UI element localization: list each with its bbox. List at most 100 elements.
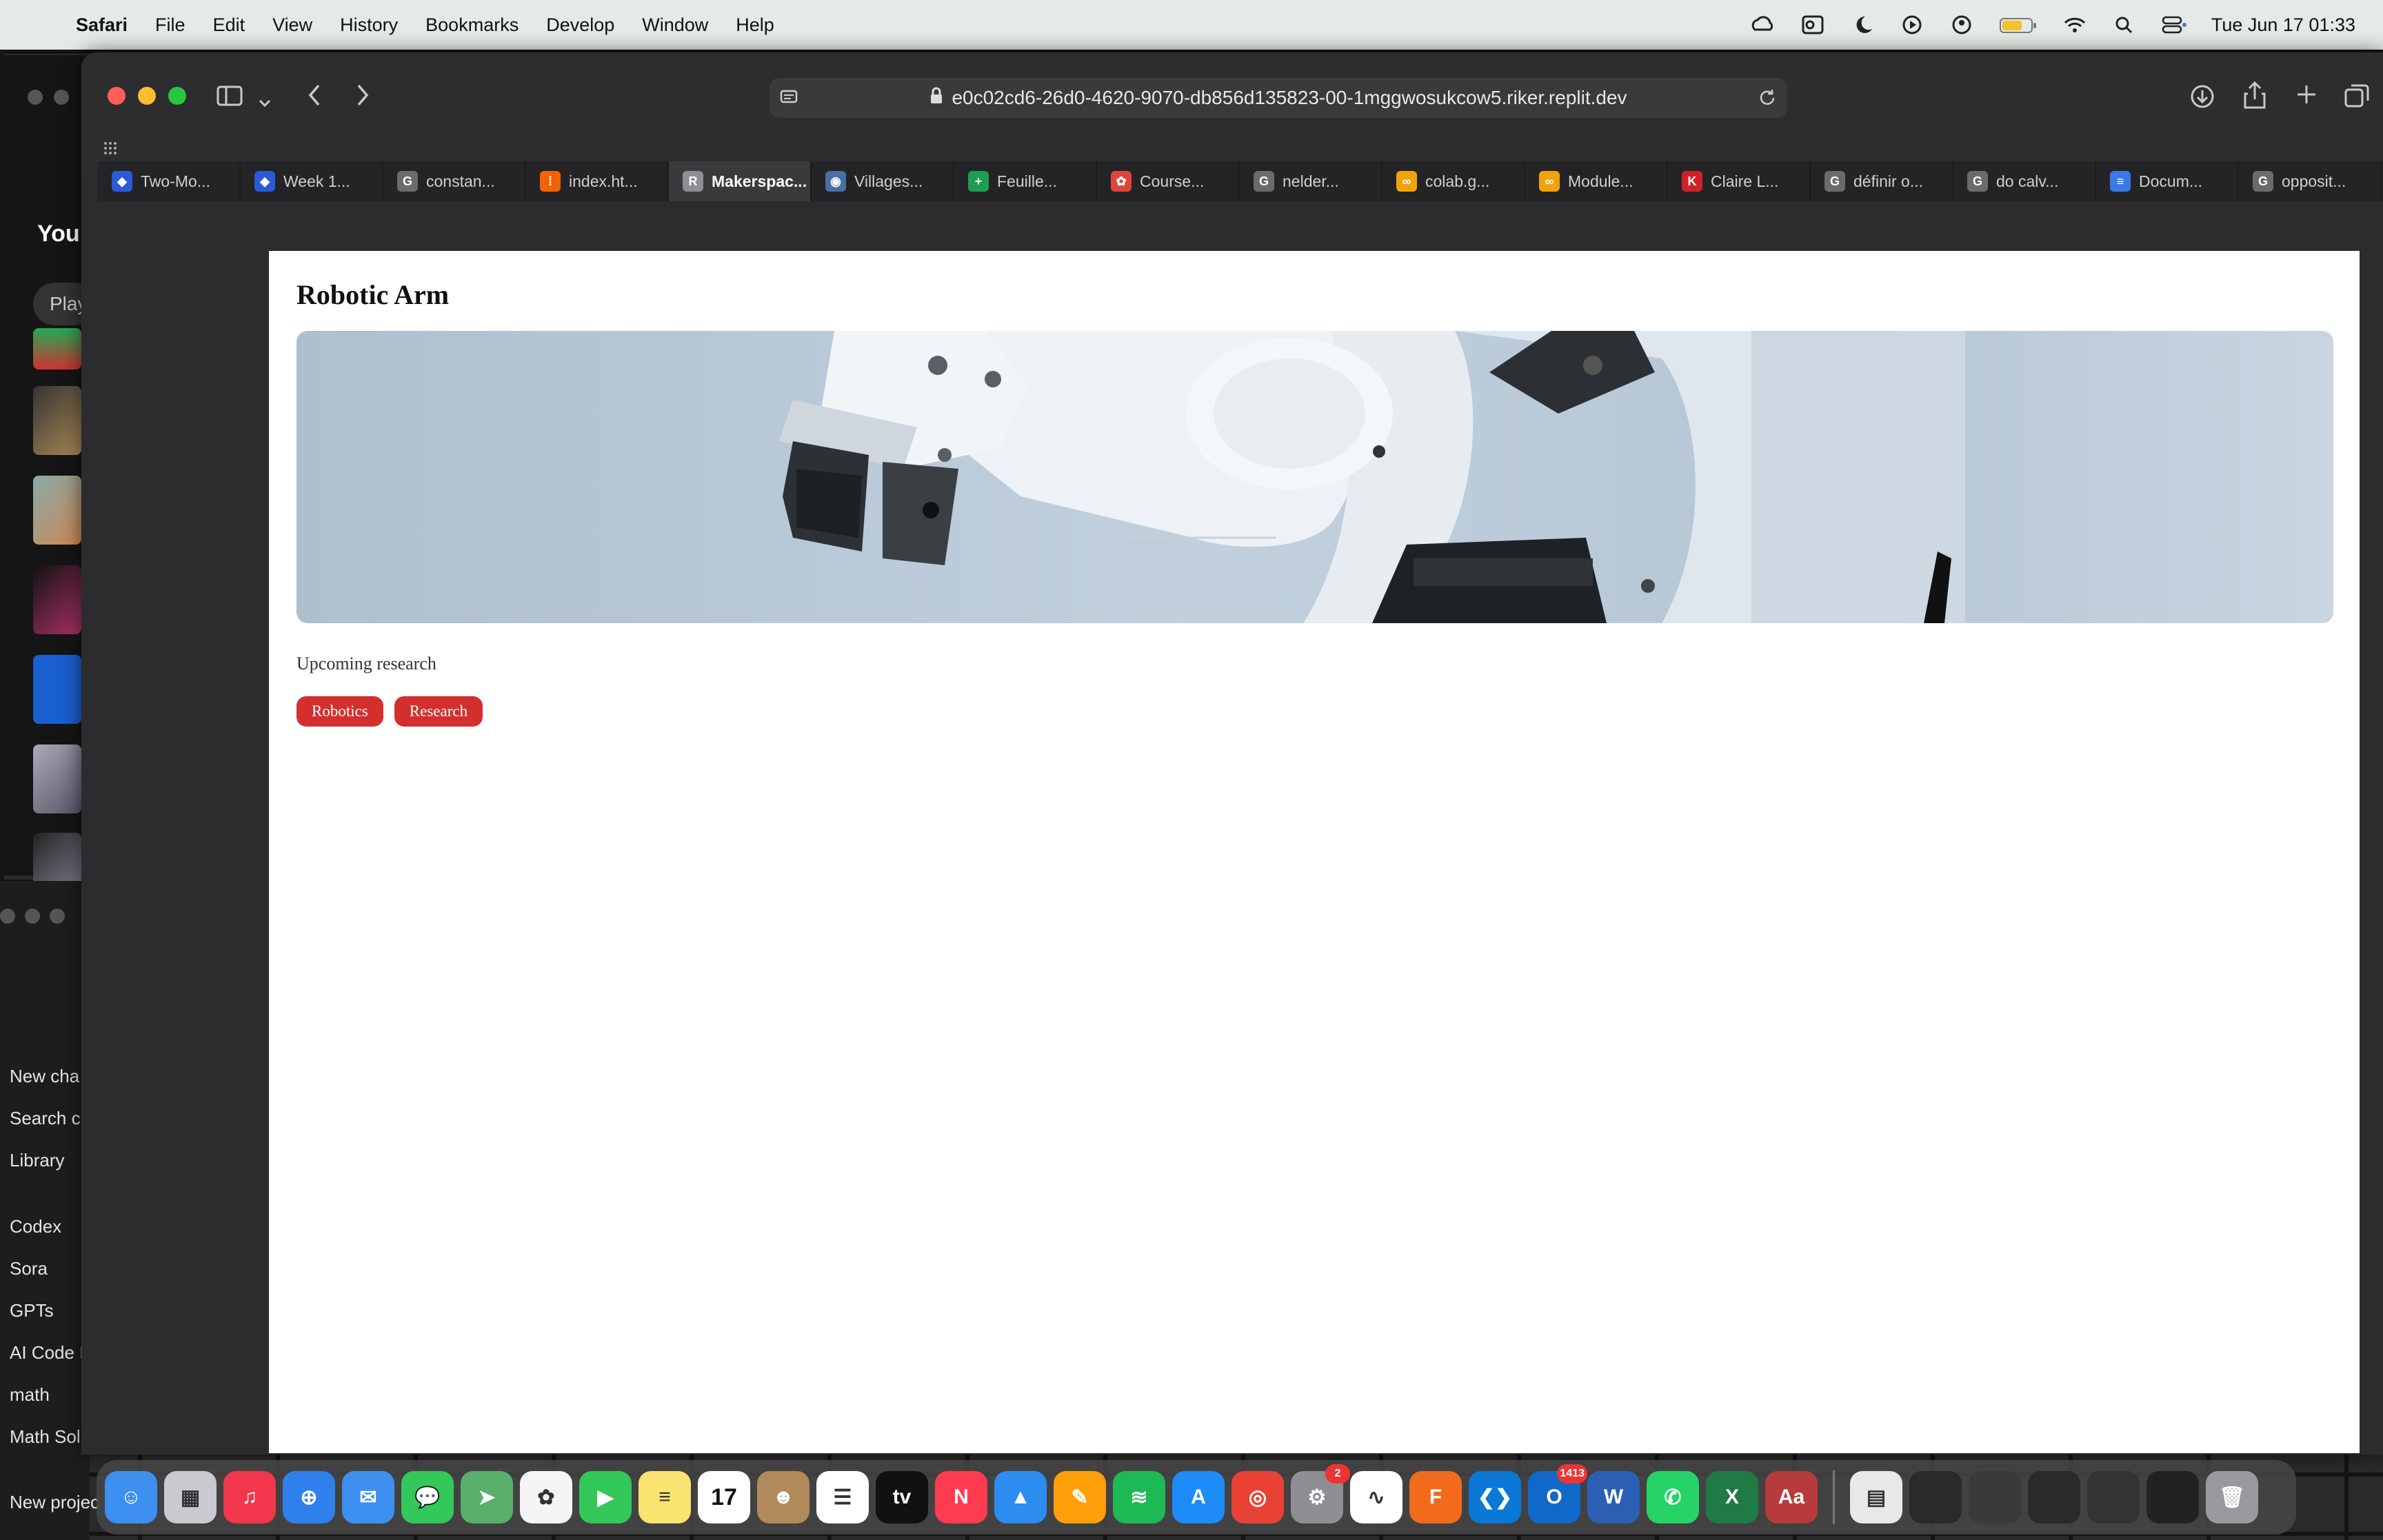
sidebar-item-sora[interactable]: Sora	[10, 1258, 48, 1279]
word-icon[interactable]: W	[1587, 1471, 1640, 1523]
safari-icon[interactable]: ⊕	[283, 1471, 335, 1523]
menubar-clock[interactable]: Tue Jun 17 01:33	[2211, 14, 2355, 36]
browser-tab[interactable]: ∞ Module...	[1525, 161, 1668, 201]
address-bar[interactable]: e0c02cd6-26d0-4620-9070-db856d135823-00-…	[770, 78, 1787, 118]
browser-tab[interactable]: ∞ colab.g...	[1382, 161, 1525, 201]
sidebar-item-search[interactable]: Search c	[10, 1108, 81, 1129]
menu-develop[interactable]: Develop	[546, 14, 614, 36]
finder-icon[interactable]: ☺	[105, 1471, 157, 1523]
window-preview-4-icon[interactable]	[2087, 1471, 2140, 1523]
browser-tab[interactable]: R Makerspac...	[669, 161, 812, 201]
freeform-icon[interactable]: ∿	[1350, 1471, 1402, 1523]
browser-tab[interactable]: ◆ Week 1...	[241, 161, 383, 201]
back-icon[interactable]	[306, 83, 323, 112]
app-store-icon[interactable]: A	[1172, 1471, 1225, 1523]
forward-icon[interactable]	[354, 83, 371, 112]
thumbnail-3[interactable]	[33, 476, 81, 545]
menu-history[interactable]: History	[340, 14, 398, 36]
user-circle-icon[interactable]	[1949, 14, 1974, 35]
fusion-icon[interactable]: F	[1409, 1471, 1462, 1523]
browser-tab[interactable]: Gnelder...	[1240, 161, 1382, 201]
search-icon[interactable]	[2112, 14, 2137, 35]
menu-app-name[interactable]: Safari	[76, 14, 128, 36]
pages-icon[interactable]: ✎	[1054, 1471, 1106, 1523]
menu-window[interactable]: Window	[642, 14, 708, 36]
url-text[interactable]: e0c02cd6-26d0-4620-9070-db856d135823-00-…	[952, 87, 1627, 109]
control-center-icon[interactable]	[2162, 14, 2186, 35]
whatsapp-icon[interactable]: ✆	[1647, 1471, 1699, 1523]
outlook-menubar-icon[interactable]	[1800, 14, 1825, 35]
background-window-chat[interactable]: New cha Search c Library Codex Sora GPTs…	[0, 881, 99, 1540]
sidebar-item-math-sol[interactable]: Math Sol	[10, 1426, 81, 1448]
menu-view[interactable]: View	[272, 14, 312, 36]
thumbnail-4[interactable]	[33, 565, 81, 634]
keynote-icon[interactable]: ▲	[994, 1471, 1047, 1523]
news-icon[interactable]: N	[935, 1471, 987, 1523]
browser-tab[interactable]: + Feuille...	[954, 161, 1097, 201]
share-icon[interactable]	[2242, 80, 2267, 115]
thumbnail-6[interactable]	[33, 744, 81, 813]
music-icon[interactable]: ♫	[223, 1471, 276, 1523]
thumbnail-1[interactable]	[33, 328, 81, 369]
zoom-button[interactable]	[168, 87, 186, 105]
wifi-icon[interactable]	[2062, 14, 2087, 35]
browser-tab[interactable]: Gconstan...	[383, 161, 526, 201]
background-window-music[interactable]: Your Play	[0, 55, 95, 902]
play-circle-icon[interactable]	[1900, 14, 1924, 35]
launchpad-icon[interactable]: ▦	[164, 1471, 217, 1523]
window-preview-5-icon[interactable]	[2146, 1471, 2199, 1523]
page-settings-icon[interactable]	[779, 88, 800, 113]
sidebar-item-ai-code[interactable]: AI Code I	[10, 1342, 84, 1364]
tab-overview-icon[interactable]	[2343, 83, 2371, 115]
facetime-icon[interactable]: ▶	[579, 1471, 632, 1523]
browser-tab[interactable]: Gdéfinir o...	[1811, 161, 1953, 201]
moon-icon[interactable]	[1850, 14, 1875, 35]
chevron-down-icon[interactable]	[258, 87, 272, 114]
menu-edit[interactable]: Edit	[213, 14, 245, 36]
browser-tab[interactable]: ◆ Two-Mo...	[98, 161, 241, 201]
tag-robotics[interactable]: Robotics	[296, 696, 383, 727]
battery-icon[interactable]	[1999, 14, 2038, 35]
sidebar-item-codex[interactable]: Codex	[10, 1216, 61, 1237]
tag-research[interactable]: Research	[394, 696, 483, 727]
browser-tab[interactable]: ◉ Villages...	[812, 161, 954, 201]
contacts-icon[interactable]: ☻	[757, 1471, 810, 1523]
sidebar-item-gpts[interactable]: GPTs	[10, 1300, 54, 1321]
window-preview-2-icon[interactable]	[1969, 1471, 2021, 1523]
mail-icon[interactable]: ✉	[342, 1471, 394, 1523]
close-button[interactable]	[108, 87, 125, 105]
system-settings-icon[interactable]: ⚙ 2	[1291, 1464, 1350, 1523]
thumbnail-5[interactable]	[33, 655, 81, 724]
thumbnail-2[interactable]	[33, 386, 81, 455]
sidebar-item-library[interactable]: Library	[10, 1150, 64, 1171]
browser-tab[interactable]: K Claire L...	[1668, 161, 1811, 201]
vscode-icon[interactable]: ❮❯	[1469, 1471, 1521, 1523]
dictionary-icon[interactable]: Aa	[1765, 1471, 1818, 1523]
downloads-icon[interactable]	[2189, 83, 2216, 115]
notes-icon[interactable]: ≡	[639, 1471, 691, 1523]
trash-icon[interactable]: 🗑	[2206, 1471, 2258, 1523]
browser-tab[interactable]: ≡ Docum...	[2096, 161, 2239, 201]
reminders-icon[interactable]: ☰	[816, 1471, 869, 1523]
window-preview-1-icon[interactable]	[1909, 1471, 1962, 1523]
browser-tab[interactable]: ✿ Course...	[1097, 161, 1240, 201]
sidebar-item-new-chat[interactable]: New cha	[10, 1066, 79, 1087]
tv-icon[interactable]: tv	[876, 1471, 928, 1523]
chrome-icon[interactable]: ◎	[1231, 1471, 1284, 1523]
browser-tab[interactable]: Gopposit...	[2239, 161, 2382, 201]
minimize-button[interactable]	[138, 87, 156, 105]
photos-icon[interactable]: ✿	[520, 1471, 572, 1523]
maps-icon[interactable]: ➤	[461, 1471, 513, 1523]
calendar-icon[interactable]: 17	[698, 1471, 750, 1523]
messages-icon[interactable]: 💬	[401, 1471, 454, 1523]
new-tab-icon[interactable]	[2295, 83, 2318, 111]
sidebar-item-math[interactable]: math	[10, 1384, 50, 1406]
spotify-icon[interactable]: ≋	[1113, 1471, 1165, 1523]
sidebar-toggle-icon[interactable]	[217, 84, 244, 112]
browser-tab[interactable]: Gdo calv...	[1953, 161, 2096, 201]
sidebar-item-new-project[interactable]: New projec	[10, 1492, 99, 1513]
window-preview-3-icon[interactable]	[2028, 1471, 2080, 1523]
excel-icon[interactable]: X	[1706, 1471, 1758, 1523]
tab-overview-grid-icon[interactable]	[103, 132, 121, 160]
menu-help[interactable]: Help	[736, 14, 774, 36]
